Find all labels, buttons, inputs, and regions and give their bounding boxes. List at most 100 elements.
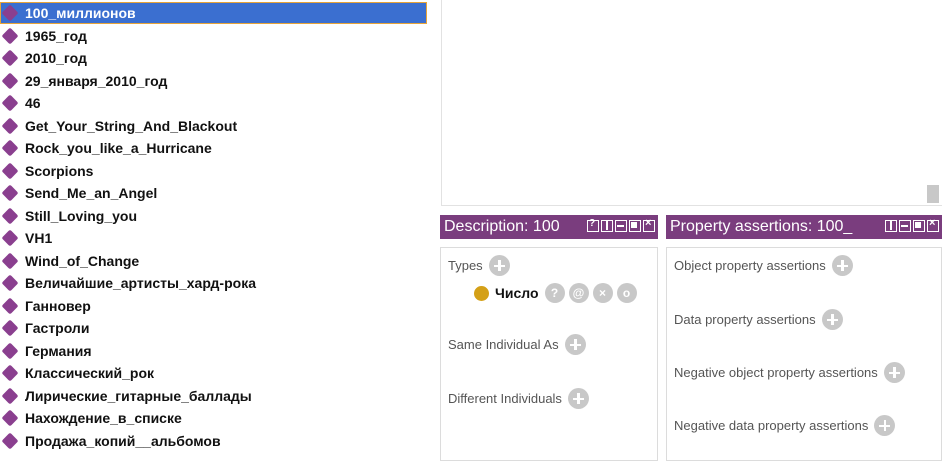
list-item-label: Нахождение_в_списке xyxy=(25,410,182,426)
scrollbar-thumb[interactable] xyxy=(927,185,939,203)
individual-icon xyxy=(1,49,19,67)
maximize-icon[interactable] xyxy=(913,220,925,232)
individual-icon xyxy=(1,27,19,44)
explain-icon[interactable]: ? xyxy=(544,283,565,303)
list-item[interactable]: 2010_год xyxy=(0,47,427,69)
list-item[interactable]: Величайшие_артисты_хард-рока xyxy=(0,272,427,294)
list-item-label: Германия xyxy=(25,342,92,359)
individual-icon xyxy=(1,184,19,202)
data-property-section: Data property assertions xyxy=(674,309,843,330)
list-item[interactable]: 46 xyxy=(0,92,427,114)
list-item[interactable]: Классический_рок xyxy=(0,362,427,384)
top-view-panel xyxy=(441,0,942,206)
negative-data-property-section: Negative data property assertions xyxy=(674,415,896,436)
list-item[interactable]: Ганновер xyxy=(0,295,427,317)
list-item[interactable]: Scorpions xyxy=(0,160,427,182)
list-item[interactable]: Гастроли xyxy=(0,317,427,339)
individual-icon xyxy=(1,364,19,382)
add-type-icon[interactable] xyxy=(488,255,510,276)
list-item[interactable]: Get_Your_String_And_Blackout xyxy=(0,115,427,137)
object-property-section: Object property assertions xyxy=(674,255,853,276)
property-header-controls xyxy=(885,217,939,232)
list-item-label: Классический_рок xyxy=(25,365,155,381)
list-item[interactable]: Лирические_гитарные_баллады xyxy=(0,385,427,407)
list-item[interactable]: Send_Me_an_Angel xyxy=(0,182,427,204)
split-view-icon[interactable] xyxy=(601,220,613,232)
different-individuals-label: Different Individuals xyxy=(448,391,562,406)
edit-icon[interactable]: o xyxy=(616,283,637,303)
list-item-label: Гастроли xyxy=(25,320,90,336)
list-item[interactable]: Нахождение_в_списке xyxy=(0,407,427,429)
type-item-label: Число xyxy=(495,285,539,301)
negative-object-property-section: Negative object property assertions xyxy=(674,362,905,383)
same-individual-label: Same Individual As xyxy=(448,337,559,352)
individual-icon xyxy=(1,409,19,427)
list-item[interactable]: 100_миллионов xyxy=(0,2,427,24)
different-individuals-section: Different Individuals xyxy=(448,388,589,409)
add-data-property-icon[interactable] xyxy=(821,309,843,330)
minimize-icon[interactable] xyxy=(615,220,627,232)
list-item-label: 2010_год xyxy=(25,50,87,66)
type-item[interactable]: Число ? @ × o xyxy=(474,283,641,303)
list-item-label: Still_Loving_you xyxy=(25,207,138,224)
individual-icon xyxy=(1,4,19,22)
list-item-label: 100_миллионов xyxy=(25,5,136,21)
description-header-controls xyxy=(587,217,655,232)
object-property-label: Object property assertions xyxy=(674,258,826,273)
list-item[interactable]: 1965_год xyxy=(0,25,427,47)
individual-icon xyxy=(1,297,19,314)
maximize-icon[interactable] xyxy=(629,220,641,232)
data-property-label: Data property assertions xyxy=(674,312,816,327)
list-item[interactable]: Германия xyxy=(0,340,427,362)
individual-icon xyxy=(1,252,19,269)
splitter[interactable] xyxy=(427,0,441,461)
list-item[interactable]: Rock_you_like_a_Hurricane xyxy=(0,137,427,159)
list-item-label: 29_января_2010_год xyxy=(25,72,168,89)
list-item-label: 1965_год xyxy=(25,27,87,44)
list-item-label: Ганновер xyxy=(25,297,91,314)
list-item[interactable]: Продажа_копий__альбомов xyxy=(0,430,427,452)
list-item[interactable]: VH1 xyxy=(0,227,427,249)
individual-icon xyxy=(1,72,19,89)
negative-object-property-label: Negative object property assertions xyxy=(674,365,878,380)
close-icon[interactable] xyxy=(927,217,939,232)
description-panel-header: Description: 100 xyxy=(440,215,658,239)
list-item-label: Wind_of_Change xyxy=(25,252,140,269)
list-item[interactable]: Wind_of_Change xyxy=(0,250,427,272)
add-negative-object-property-icon[interactable] xyxy=(883,362,905,383)
individual-icon xyxy=(1,94,19,112)
list-item-label: VH1 xyxy=(25,230,53,246)
list-item-label: Rock_you_like_a_Hurricane xyxy=(25,140,212,156)
list-item[interactable]: 29_января_2010_год xyxy=(0,70,427,92)
individual-icon xyxy=(1,117,19,134)
types-label: Types xyxy=(448,258,483,273)
split-view-icon[interactable] xyxy=(885,220,897,232)
list-item-label: 46 xyxy=(25,95,41,111)
minimize-icon[interactable] xyxy=(899,220,911,232)
individual-icon xyxy=(1,229,19,247)
add-different-individual-icon[interactable] xyxy=(567,388,589,409)
types-section: Types xyxy=(448,255,510,276)
individuals-list[interactable]: 100_миллионов 1965_год 2010_год 29_января_2… xyxy=(0,0,427,461)
list-item-label: Продажа_копий__альбомов xyxy=(25,432,221,449)
description-header-title: Description: 100 xyxy=(444,218,560,235)
add-same-individual-icon[interactable] xyxy=(564,334,586,355)
individual-icon xyxy=(1,139,19,157)
individual-icon xyxy=(1,319,19,337)
list-item[interactable]: Still_Loving_you xyxy=(0,205,427,227)
negative-data-property-label: Negative data property assertions xyxy=(674,418,869,433)
list-item-label: Send_Me_an_Angel xyxy=(25,185,158,201)
individual-icon xyxy=(1,432,19,449)
delete-icon[interactable]: × xyxy=(592,283,613,303)
close-icon[interactable] xyxy=(643,217,655,232)
individual-icon xyxy=(1,274,19,292)
help-icon[interactable] xyxy=(587,218,599,232)
individual-icon xyxy=(1,207,19,224)
individual-icon xyxy=(1,387,19,404)
annotate-icon[interactable]: @ xyxy=(568,283,589,303)
add-negative-data-property-icon[interactable] xyxy=(874,415,896,436)
same-individual-section: Same Individual As xyxy=(448,334,586,355)
add-object-property-icon[interactable] xyxy=(831,255,853,276)
individual-icon xyxy=(1,162,19,179)
list-item-label: Scorpions xyxy=(25,162,94,179)
